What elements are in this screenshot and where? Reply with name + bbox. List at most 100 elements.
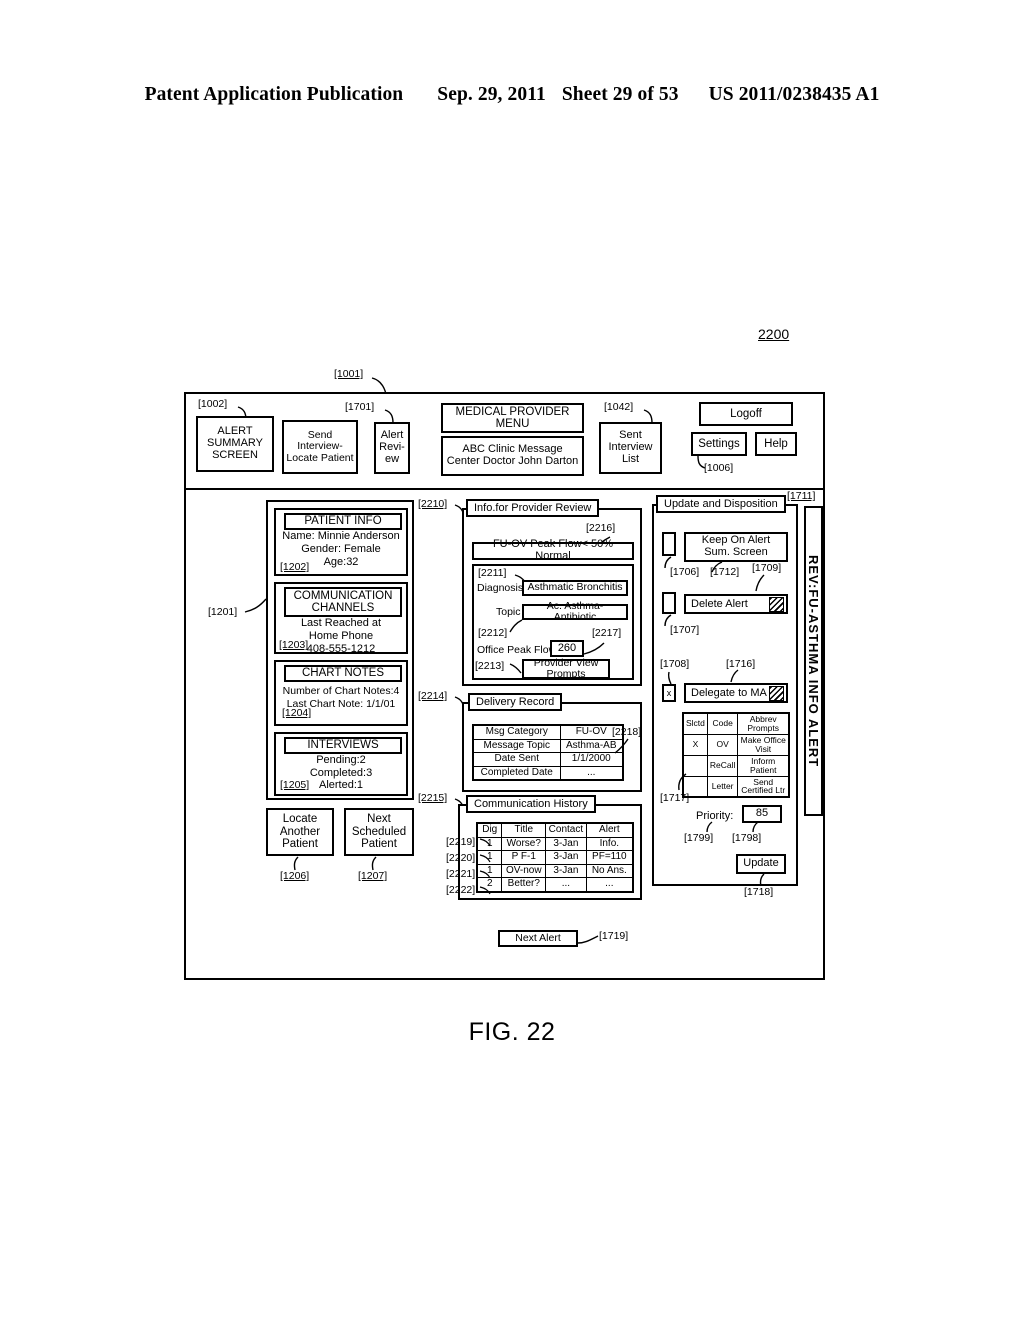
hatched-dropdown-icon[interactable]	[769, 596, 784, 612]
chart-notes-title-label: CHART NOTES	[301, 667, 384, 680]
last-reached-line: Last Reached at	[300, 617, 382, 629]
locate-another-patient-button[interactable]: Locate Another Patient	[266, 808, 334, 856]
menu-bar: [1002] ALERT SUMMARY SCREEN Send Intervi…	[186, 394, 823, 490]
next-scheduled-patient-button[interactable]: Next Scheduled Patient	[344, 808, 414, 856]
delete-alert-checkbox[interactable]	[662, 592, 676, 614]
ref-2213: [2213]	[475, 660, 505, 672]
alert-summary-screen-label: ALERT SUMMARY SCREEN	[206, 425, 264, 461]
communication-channels-title: COMMUNICATION CHANNELS	[284, 587, 402, 617]
patient-gender: Gender: Female	[301, 542, 381, 555]
delivery-record-label: Message Topic	[472, 738, 561, 753]
ref-2222: [2222]	[446, 884, 476, 896]
ref-2218: [2218]	[612, 726, 642, 738]
provider-view-prompts-button[interactable]: Provider View Prompts	[522, 657, 610, 680]
delivery-record-title-label: Delivery Record	[476, 696, 555, 708]
delegate-to-ma-checkbox[interactable]: x	[662, 684, 676, 702]
next-alert-button[interactable]: Next Alert	[498, 930, 578, 947]
leader-2217	[583, 642, 606, 656]
help-button[interactable]: Help	[755, 432, 797, 456]
figure-caption: FIG. 22	[468, 1018, 556, 1046]
table-row[interactable]: ReCall Inform Patient	[682, 754, 790, 777]
office-peak-flow-value-field[interactable]: 260	[550, 640, 584, 657]
update-button[interactable]: Update	[736, 854, 786, 874]
settings-button[interactable]: Settings	[691, 432, 747, 456]
column-header: Slctd	[682, 712, 708, 735]
table-row[interactable]: 2 Better?......	[476, 877, 634, 892]
priority-value-field[interactable]: 85	[742, 805, 782, 823]
column-header: Contact	[545, 822, 587, 838]
ref-1203: [1203]	[279, 639, 309, 651]
table-row: Message Topic Asthma-AB	[472, 738, 624, 753]
diagnosis-value: Asthmatic Bronchitis	[527, 581, 623, 594]
table-cell: 3-Jan	[545, 836, 587, 851]
info-for-provider-review-panel: Info.for Provider Review [2216] FU-OV Pe…	[462, 499, 642, 686]
ref-2211: [2211]	[478, 567, 507, 579]
prompt-selected-cell[interactable]	[682, 754, 708, 777]
keep-on-alert-button[interactable]: Keep On Alert Sum. Screen	[684, 532, 788, 562]
table-row[interactable]: 1 Worse? 3-Jan Info.	[476, 836, 634, 851]
keep-on-alert-checkbox[interactable]	[662, 532, 676, 556]
ref-1798: [1798]	[732, 832, 762, 844]
hatched-dropdown-icon[interactable]	[769, 685, 784, 701]
send-interview-locate-patient-button[interactable]: Send Interview-Locate Patient	[282, 420, 358, 474]
ref-1201: [1201]	[208, 606, 238, 618]
communication-history-title: Communication History	[466, 795, 596, 814]
table-row[interactable]: 1 OV-now 3-Jan No Ans.	[476, 863, 634, 878]
column-header: Abbrev Prompts	[737, 712, 790, 735]
update-label: Update	[743, 857, 779, 870]
ref-1719: [1719]	[599, 930, 629, 942]
abbrev-prompts-table[interactable]: Slctd Code Abbrev Prompts X OV Make Office V…	[682, 712, 790, 799]
table-cell: PF=110	[585, 850, 634, 865]
prompt-code-cell: Letter	[706, 775, 739, 798]
patient-info-title-label: PATIENT INFO	[304, 515, 382, 528]
page-header: Patent Application Publication Sep. 29, …	[0, 84, 1024, 106]
patient-summary-panel: PATIENT INFO Name: Minnie Anderson Gende…	[266, 500, 414, 800]
table-row[interactable]: 1P F-1 3-Jan PF=110	[476, 850, 634, 865]
ref-2221: [2221]	[446, 868, 476, 880]
patient-info-card: PATIENT INFO Name: Minnie Anderson Gende…	[274, 508, 408, 576]
delivery-record-table: Msg Category FU-OV Message Topic Asthma-AB D…	[472, 724, 624, 781]
communication-channels-title-line2: CHANNELS	[311, 602, 375, 615]
leader-1716	[728, 669, 744, 684]
delivery-record-title: Delivery Record	[468, 693, 563, 712]
alert-review-button[interactable]: Alert Revi-ew	[374, 422, 410, 474]
table-cell: Better?	[501, 877, 547, 892]
communication-channels-card: COMMUNICATION CHANNELS Last Reached at H…	[274, 582, 408, 655]
table-cell: ...	[545, 877, 587, 892]
ref-1001: [1001]	[334, 368, 364, 380]
column-header: Alert	[585, 822, 634, 838]
table-row[interactable]: Letter Send Certified Ltr	[682, 775, 790, 798]
table-row[interactable]: X OV Make Office Visit	[682, 733, 790, 756]
leader-1206	[290, 856, 304, 871]
ref-2219: [2219]	[446, 836, 476, 848]
ref-1716: [1716]	[726, 658, 756, 670]
delegate-to-ma-label: Delegate to MA	[691, 687, 767, 699]
delete-alert-dropdown[interactable]: Delete Alert	[684, 594, 788, 614]
office-peak-flow-value: 260	[557, 641, 577, 654]
prompt-text-cell: Make Office Visit	[737, 733, 790, 756]
chart-notes-card: CHART NOTES Number of Chart Notes:4 Last…	[274, 660, 408, 726]
chart-notes-count: Number of Chart Notes:4	[282, 685, 400, 697]
delete-alert-label: Delete Alert	[691, 598, 748, 610]
interviews-card: INTERVIEWS Pending:2 Completed:3 Alerted…	[274, 732, 408, 796]
alert-banner-label: FU-OV Peak Flow< 50% Normal	[492, 538, 614, 562]
next-scheduled-patient-label: Next Scheduled Patient	[351, 813, 407, 851]
logoff-button[interactable]: Logoff	[699, 402, 793, 426]
table-cell: No Ans.	[585, 863, 634, 878]
delegate-to-ma-dropdown[interactable]: Delegate to MA	[684, 683, 788, 703]
table-cell: P F-1	[501, 850, 547, 865]
table-row: Msg Category FU-OV	[472, 724, 624, 740]
diagnosis-value-field[interactable]: Asthmatic Bronchitis	[522, 580, 628, 596]
ref-2217: [2217]	[592, 627, 622, 639]
sent-interview-list-button[interactable]: Sent Interview List	[599, 422, 662, 474]
patient-name: Name: Minnie Anderson	[282, 530, 400, 542]
leader-1207	[368, 856, 382, 871]
interviews-pending: Pending:2	[316, 754, 366, 766]
alert-summary-screen-button[interactable]: ALERT SUMMARY SCREEN	[196, 416, 274, 472]
communication-history-table: Dig Title Contact Alert 1 Worse? 3-Jan Info. 1 P…	[476, 822, 634, 893]
ref-2210: [2210]	[418, 498, 448, 510]
priority-label: Priority:	[696, 810, 734, 822]
topic-value-field[interactable]: Ac. Asthma-Antibiotic	[522, 600, 628, 623]
prompt-selected-cell[interactable]: X	[682, 733, 708, 756]
chart-notes-title: CHART NOTES	[284, 665, 402, 682]
